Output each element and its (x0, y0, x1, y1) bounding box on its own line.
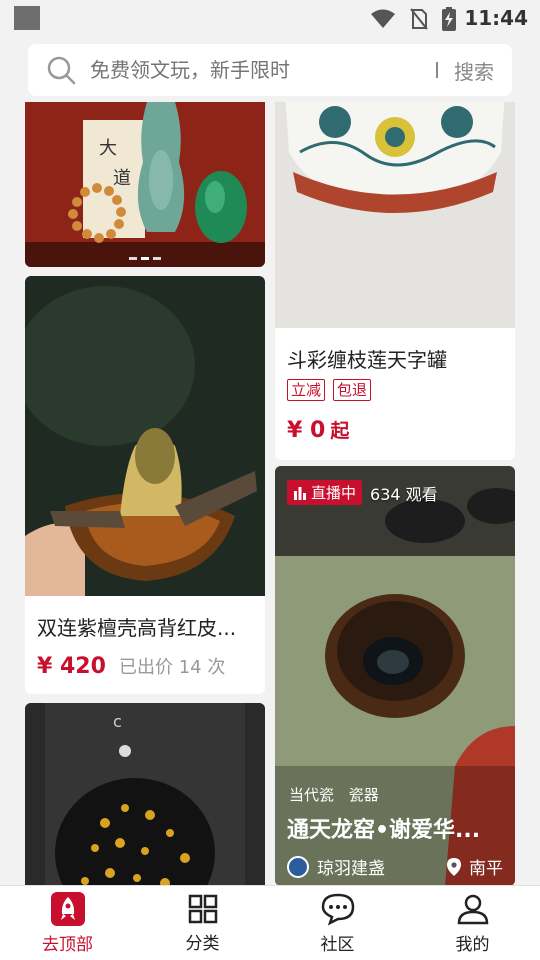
avatar (287, 855, 309, 878)
bid-count: 已出价 14 次 (118, 657, 226, 678)
live-badge: 直播中 634 观看 (287, 480, 438, 505)
live-bars-icon (294, 486, 306, 500)
search-divider (436, 62, 438, 78)
nav-label: 去顶部 (42, 934, 93, 955)
location: 南平 (469, 859, 503, 879)
product-card-jade-vase[interactable]: 大 道 (25, 102, 265, 267)
product-price: ¥ 0 (287, 418, 326, 443)
nav-label: 社区 (320, 934, 355, 955)
product-title: 斗彩缠枝莲天字罐 (287, 348, 447, 372)
svg-text:c: c (113, 712, 122, 731)
product-image: 大 道 (25, 102, 265, 267)
tag-return: 包退 (333, 379, 372, 401)
wifi-icon (371, 9, 395, 28)
live-shop-row: 琼羽建盏 南平 (287, 854, 503, 879)
shop-name: 琼羽建盏 (317, 859, 385, 879)
user-icon (457, 894, 488, 924)
svg-text:道: 道 (113, 168, 131, 189)
chat-bubble-icon (321, 893, 354, 925)
live-tag: 直播中 (287, 480, 363, 505)
nav-label: 分类 (185, 933, 220, 954)
search-bar[interactable]: 搜索 (28, 44, 512, 96)
product-title: 双连紫檀壳高背红皮... (37, 616, 237, 640)
live-card-tea-bowl[interactable]: 直播中 634 观看 当代瓷 瓷器 通天龙窑•谢爱华... 琼羽建盏 南平 (275, 466, 515, 885)
battery-charging-icon (442, 7, 456, 31)
nav-profile[interactable]: 我的 (405, 886, 540, 960)
no-sim-icon (410, 8, 428, 30)
product-image (275, 102, 515, 328)
product-image: c (25, 703, 265, 885)
status-bar: 11:44 (0, 0, 540, 36)
svg-text:大: 大 (99, 138, 117, 159)
live-label: 直播中 (311, 484, 357, 502)
nav-category[interactable]: 分类 (135, 886, 270, 960)
location-pin-icon (447, 857, 461, 876)
clock: 11:44 (464, 6, 528, 30)
grid-icon (188, 894, 217, 923)
live-title: 通天龙窑•谢爱华... (287, 818, 481, 843)
product-price: ¥ 420 (37, 654, 106, 679)
category-tag: 当代瓷 (289, 786, 335, 804)
search-icon (47, 56, 76, 85)
nav-label: 我的 (455, 934, 490, 955)
nav-back-to-top[interactable]: 去顶部 (0, 886, 135, 960)
live-categories: 当代瓷 瓷器 (289, 784, 379, 805)
product-tags: 立减 包退 (287, 379, 379, 401)
product-price-row: ¥ 420 已出价 14 次 (37, 653, 225, 679)
bottom-navigation: 去顶部 分类 社区 我的 (0, 885, 540, 960)
product-feed[interactable]: 大 道 斗彩缠枝莲天字罐 立减 包退 ¥ 0 起 双连紫檀壳高背红皮... ¥ … (0, 102, 540, 885)
product-price-row: ¥ 0 起 (287, 416, 349, 443)
status-icons (370, 7, 456, 31)
category-tag: 瓷器 (348, 786, 379, 804)
product-card-doucai-jar[interactable]: 斗彩缠枝莲天字罐 立减 包退 ¥ 0 起 (275, 102, 515, 460)
search-input[interactable] (90, 58, 436, 82)
notification-icon (14, 6, 40, 30)
product-card-turtle[interactable]: 双连紫檀壳高背红皮... ¥ 420 已出价 14 次 (25, 276, 265, 694)
product-image (25, 276, 265, 596)
nav-community[interactable]: 社区 (270, 886, 405, 960)
rocket-icon (50, 891, 85, 926)
viewer-count: 634 观看 (370, 484, 438, 504)
tag-discount: 立减 (287, 379, 326, 401)
price-suffix: 起 (330, 420, 350, 442)
search-button[interactable]: 搜索 (454, 56, 494, 85)
product-card-turtle-2[interactable]: c (25, 703, 265, 885)
